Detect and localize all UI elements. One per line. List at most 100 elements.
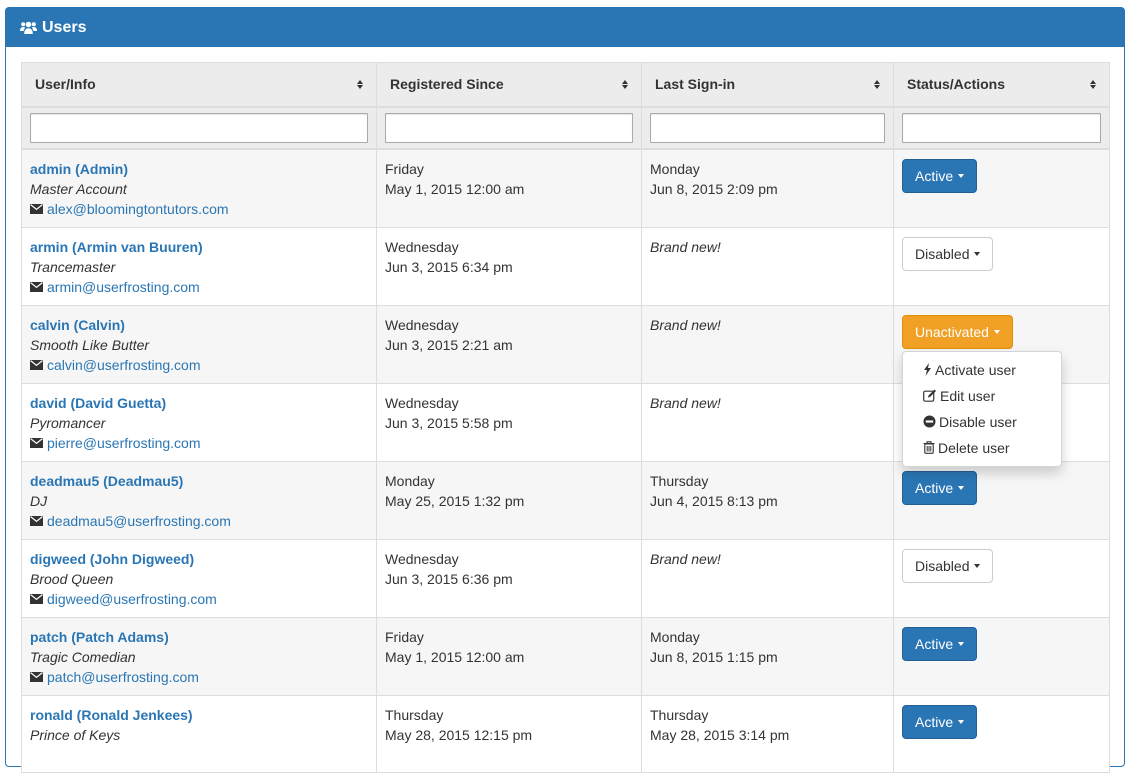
registered-date: May 1, 2015 12:00 am (385, 648, 525, 665)
registered-date: May 25, 2015 1:32 pm (385, 492, 525, 509)
menu-item-edit-user[interactable]: Edit user (903, 383, 1061, 409)
column-header-registered-since[interactable]: Registered Since (376, 62, 642, 108)
menu-item-label: Activate user (935, 361, 1016, 378)
registered-date: May 1, 2015 12:00 am (385, 180, 525, 197)
status-actions-cell: Active (893, 616, 1110, 696)
envelope-icon (30, 359, 43, 370)
status-label: Active (915, 479, 954, 496)
column-label: Status/Actions (907, 76, 1006, 93)
sign-in-brand-new: Brand new! (650, 550, 721, 567)
envelope-icon (30, 437, 43, 448)
user-link[interactable]: ronald (Ronald Jenkees) (30, 705, 368, 725)
user-title: Trancemaster (30, 258, 116, 275)
table-row: calvin (Calvin) Smooth Like Butter calvi… (21, 304, 1110, 467)
registered-day: Wednesday (385, 316, 459, 333)
last-sign-in-cell: Brand new! (641, 382, 894, 462)
bolt-icon (924, 363, 931, 376)
column-header-user-info[interactable]: User/Info (21, 62, 377, 108)
user-link[interactable]: deadmau5 (Deadmau5) (30, 471, 368, 491)
table-row: digweed (John Digweed) Brood Queen digwe… (21, 538, 1110, 618)
caret-down-icon (974, 251, 981, 256)
sign-in-brand-new: Brand new! (650, 238, 721, 255)
users-panel: Users User/Info Registered Since Last Si… (5, 7, 1125, 773)
user-link[interactable]: calvin (Calvin) (30, 315, 368, 335)
menu-item-label: Edit user (940, 387, 996, 404)
registered-since-cell: Wednesday Jun 3, 2015 6:36 pm (376, 538, 642, 618)
status-dropdown-button[interactable]: Disabled (902, 236, 994, 271)
user-info-cell: patch (Patch Adams) Tragic Comedian patc… (21, 616, 377, 696)
menu-item-delete-user[interactable]: Delete user (903, 435, 1061, 461)
email-link[interactable]: pierre@userfrosting.com (47, 433, 201, 453)
user-info-cell: admin (Admin) Master Account alex@bloomi… (21, 148, 377, 228)
envelope-icon (30, 593, 43, 604)
user-link[interactable]: david (David Guetta) (30, 393, 368, 413)
email-link[interactable]: deadmau5@userfrosting.com (47, 511, 231, 531)
column-header-status-actions[interactable]: Status/Actions (893, 62, 1110, 108)
registered-since-cell: Thursday May 28, 2015 12:15 pm (376, 694, 642, 773)
status-dropdown-button[interactable]: Disabled (902, 548, 994, 583)
registered-date: May 28, 2015 12:15 pm (385, 726, 533, 743)
table-row: admin (Admin) Master Account alex@bloomi… (21, 148, 1110, 228)
email-line: armin@userfrosting.com (30, 277, 368, 297)
email-line: alex@bloomingtontutors.com (30, 199, 368, 219)
user-info-cell: ronald (Ronald Jenkees) Prince of Keys (21, 694, 377, 773)
status-dropdown-button[interactable]: Active (902, 626, 978, 661)
registered-day: Thursday (385, 706, 444, 723)
email-link[interactable]: patch@userfrosting.com (47, 667, 199, 687)
minus-circle-icon (923, 415, 936, 428)
user-title: Pyromancer (30, 414, 106, 431)
users-table: User/Info Registered Since Last Sign-in … (21, 62, 1110, 773)
email-line: calvin@userfrosting.com (30, 355, 368, 375)
menu-item-disable-user[interactable]: Disable user (903, 409, 1061, 435)
status-dropdown-button[interactable]: Unactivated (902, 314, 1013, 349)
users-icon (20, 21, 37, 34)
registered-day: Monday (385, 472, 435, 489)
status-label: Active (915, 713, 954, 730)
sign-in-brand-new: Brand new! (650, 316, 721, 333)
filter-last-sign-in-input[interactable] (650, 112, 885, 143)
sort-icon[interactable] (357, 79, 363, 89)
caret-down-icon (974, 563, 981, 568)
registered-date: Jun 3, 2015 6:36 pm (385, 570, 513, 587)
email-link[interactable]: alex@bloomingtontutors.com (47, 199, 229, 219)
menu-item-activate-user[interactable]: Activate user (903, 357, 1061, 383)
registered-since-cell: Wednesday Jun 3, 2015 2:21 am (376, 304, 642, 384)
sign-in-day: Thursday (650, 472, 709, 489)
user-link[interactable]: digweed (John Digweed) (30, 549, 368, 569)
user-link[interactable]: admin (Admin) (30, 159, 368, 179)
user-info-cell: digweed (John Digweed) Brood Queen digwe… (21, 538, 377, 618)
email-link[interactable]: calvin@userfrosting.com (47, 355, 201, 375)
status-dropdown-button[interactable]: Active (902, 470, 978, 505)
caret-down-icon (958, 719, 965, 724)
column-header-last-sign-in[interactable]: Last Sign-in (641, 62, 894, 108)
filter-registered-since-input[interactable] (385, 112, 633, 143)
status-label: Active (915, 635, 954, 652)
sort-icon[interactable] (874, 79, 880, 89)
sort-icon[interactable] (622, 79, 628, 89)
column-label: Registered Since (390, 76, 504, 93)
registered-since-cell: Wednesday Jun 3, 2015 5:58 pm (376, 382, 642, 462)
status-dropdown-button[interactable]: Active (902, 704, 978, 739)
registered-day: Friday (385, 160, 424, 177)
caret-down-icon (958, 641, 965, 646)
sign-in-day: Monday (650, 160, 700, 177)
last-sign-in-cell: Thursday May 28, 2015 3:14 pm (641, 694, 894, 773)
envelope-icon (30, 281, 43, 292)
status-actions-cell: Active (893, 148, 1110, 228)
user-info-cell: deadmau5 (Deadmau5) DJ deadmau5@userfros… (21, 460, 377, 540)
status-dropdown-button[interactable]: Active (902, 158, 978, 193)
sign-in-date: May 28, 2015 3:14 pm (650, 726, 790, 743)
caret-down-icon (958, 173, 965, 178)
sort-icon[interactable] (1090, 79, 1096, 89)
email-link[interactable]: armin@userfrosting.com (47, 277, 200, 297)
user-link[interactable]: armin (Armin van Buuren) (30, 237, 368, 257)
filter-user-info-input[interactable] (30, 112, 368, 143)
table-row: patch (Patch Adams) Tragic Comedian patc… (21, 616, 1110, 696)
filter-status-actions-input[interactable] (902, 112, 1101, 143)
registered-date: Jun 3, 2015 6:34 pm (385, 258, 513, 275)
user-link[interactable]: patch (Patch Adams) (30, 627, 368, 647)
user-title: Master Account (30, 180, 127, 197)
sign-in-date: Jun 8, 2015 2:09 pm (650, 180, 778, 197)
registered-since-cell: Monday May 25, 2015 1:32 pm (376, 460, 642, 540)
email-link[interactable]: digweed@userfrosting.com (47, 589, 217, 609)
